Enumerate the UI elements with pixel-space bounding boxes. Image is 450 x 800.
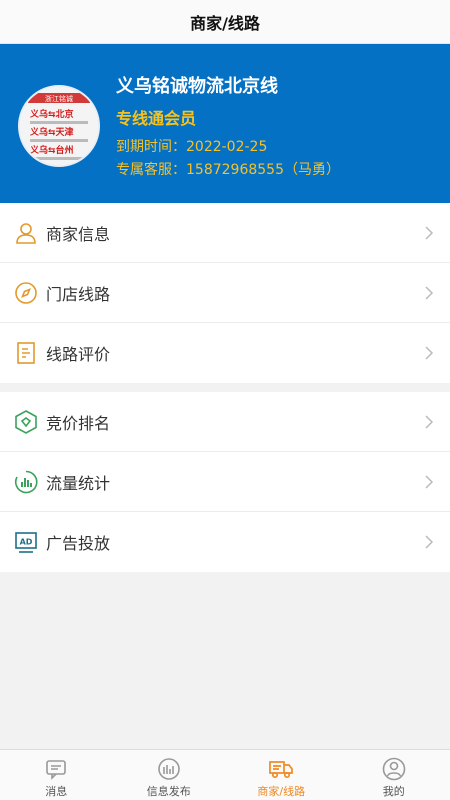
chevron-right-icon: [425, 286, 434, 300]
tab-label: 我的: [382, 785, 405, 798]
menu-item-bid-ranking[interactable]: 竞价排名: [0, 392, 450, 452]
chevron-right-icon: [425, 346, 434, 360]
tab-profile[interactable]: 我的: [338, 750, 450, 800]
menu-item-label: 门店线路: [46, 284, 111, 304]
bottom-tab-bar: 消息 信息发布 商家/线路 我的: [0, 749, 450, 800]
message-icon: [46, 760, 67, 780]
svg-text:义乌⇆台州: 义乌⇆台州: [29, 144, 74, 156]
tab-messages[interactable]: 消息: [0, 750, 113, 800]
chevron-right-icon: [425, 226, 434, 240]
profile-icon: [382, 757, 406, 781]
menu-item-ad-placement[interactable]: AD 广告投放: [0, 512, 450, 572]
menu-item-label: 商家信息: [46, 224, 111, 244]
tab-merchant-routes[interactable]: 商家/线路: [225, 750, 338, 800]
menu-item-route-reviews[interactable]: 线路评价: [0, 323, 450, 383]
bid-icon: [14, 409, 38, 434]
menu-item-store-routes[interactable]: 门店线路: [0, 263, 450, 323]
tab-label: 商家/线路: [257, 785, 306, 798]
avatar[interactable]: 浙江铭诚 义乌⇆北京 义乌⇆天津 义乌⇆台州: [18, 85, 100, 167]
chevron-right-icon: [425, 535, 434, 549]
service-contact[interactable]: 专属客服：15872968555（马勇）: [116, 159, 340, 179]
tab-label: 消息: [45, 785, 68, 798]
menu-group-merchant: 商家信息 门店线路 线路评价: [0, 203, 450, 383]
svg-text:浙江铭诚: 浙江铭诚: [45, 94, 73, 103]
compass-icon: [14, 281, 38, 305]
tab-label: 信息发布: [146, 785, 191, 798]
svg-text:义乌⇆北京: 义乌⇆北京: [29, 108, 74, 120]
chevron-right-icon: [425, 415, 434, 429]
menu-item-label: 流量统计: [46, 473, 111, 493]
publish-icon: [157, 758, 180, 780]
svg-text:AD: AD: [20, 538, 33, 547]
menu-item-label: 竞价排名: [46, 413, 111, 433]
ad-icon: AD: [14, 530, 38, 554]
svg-text:义乌⇆天津: 义乌⇆天津: [29, 126, 74, 138]
document-icon: [14, 341, 38, 365]
member-level: 专线通会员: [116, 109, 197, 128]
tab-publish[interactable]: 信息发布: [113, 750, 226, 800]
chevron-right-icon: [425, 475, 434, 489]
profile-banner: 浙江铭诚 义乌⇆北京 义乌⇆天津 义乌⇆台州 义乌铭诚物流北京线 专线通会员 到…: [0, 44, 450, 203]
truck-icon: [269, 761, 294, 779]
menu-item-traffic-stats[interactable]: 流量统计: [0, 452, 450, 512]
shop-name: 义乌铭诚物流北京线: [116, 76, 278, 97]
menu-item-label: 广告投放: [46, 534, 111, 553]
stats-icon: [14, 470, 38, 494]
page-title: 商家/线路: [190, 13, 260, 33]
menu-item-merchant-info[interactable]: 商家信息: [0, 203, 450, 263]
top-bar: 商家/线路: [0, 0, 450, 44]
expire-date: 到期时间：2022-02-25: [116, 139, 268, 155]
menu-item-label: 线路评价: [46, 345, 111, 364]
user-icon: [14, 221, 38, 245]
menu-group-marketing: 竞价排名 流量统计 AD 广告投放: [0, 392, 450, 572]
